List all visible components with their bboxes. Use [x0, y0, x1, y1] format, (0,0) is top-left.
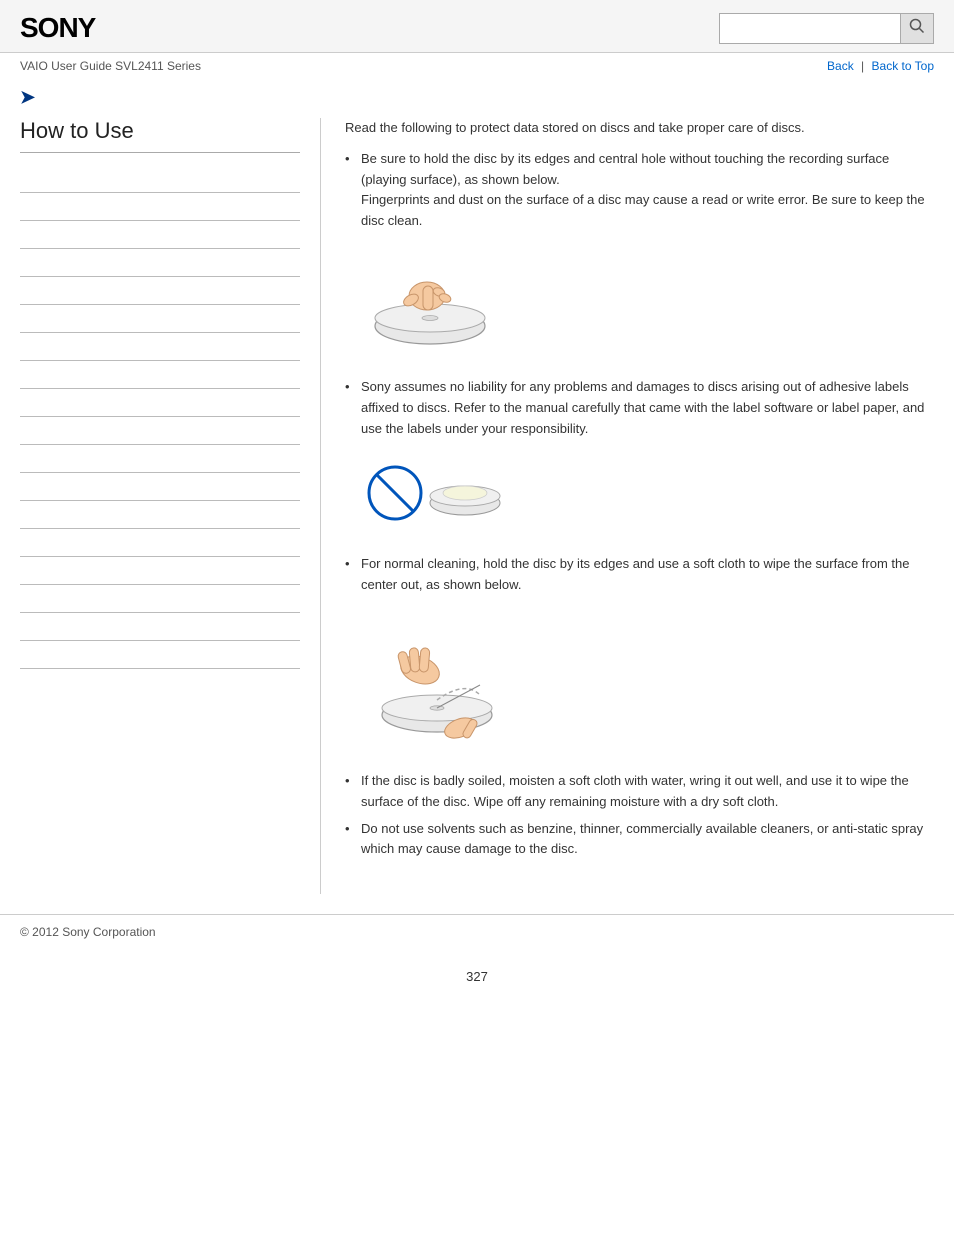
tip-1-main: Be sure to hold the disc by its edges an… [361, 151, 889, 187]
list-item[interactable] [20, 277, 300, 305]
list-item[interactable] [20, 585, 300, 613]
list-item[interactable] [20, 193, 300, 221]
nav-separator: | [861, 59, 864, 73]
sidebar-nav-list [20, 165, 300, 669]
disc-tips-list-4: If the disc is badly soiled, moisten a s… [345, 771, 930, 860]
header: SONY [0, 0, 954, 53]
expand-chevron-icon[interactable]: ➤ [20, 87, 35, 107]
list-item[interactable] [20, 557, 300, 585]
copyright-text: © 2012 Sony Corporation [20, 925, 156, 939]
list-item[interactable] [20, 165, 300, 193]
sidebar: How to Use [0, 118, 320, 894]
list-item[interactable] [20, 305, 300, 333]
search-icon [909, 18, 925, 34]
search-input[interactable] [720, 17, 900, 40]
tip-item-3: For normal cleaning, hold the disc by it… [345, 554, 930, 596]
page-number: 327 [0, 969, 954, 984]
disc-hold-illustration [365, 246, 930, 359]
disc-tips-list-2: Sony assumes no liability for any proble… [345, 377, 930, 439]
guide-title: VAIO User Guide SVL2411 Series [20, 59, 201, 73]
tip-item-4: If the disc is badly soiled, moisten a s… [345, 771, 930, 813]
sidebar-title: How to Use [20, 118, 300, 153]
expand-arrow-area: ➤ [0, 79, 954, 108]
list-item[interactable] [20, 389, 300, 417]
intro-text: Read the following to protect data store… [345, 118, 930, 139]
list-item[interactable] [20, 613, 300, 641]
list-item[interactable] [20, 501, 300, 529]
no-label-illustration [365, 453, 930, 536]
list-item[interactable] [20, 221, 300, 249]
back-link[interactable]: Back [827, 59, 854, 73]
cleaning-illustration [365, 610, 930, 753]
list-item[interactable] [20, 333, 300, 361]
list-item[interactable] [20, 641, 300, 669]
sony-logo: SONY [20, 12, 95, 44]
tip-item-1: Be sure to hold the disc by its edges an… [345, 149, 930, 232]
list-item[interactable] [20, 417, 300, 445]
content-area: Read the following to protect data store… [320, 118, 954, 894]
disc-tips-list: Be sure to hold the disc by its edges an… [345, 149, 930, 232]
nav-bar: VAIO User Guide SVL2411 Series Back | Ba… [0, 53, 954, 79]
list-item[interactable] [20, 445, 300, 473]
list-item[interactable] [20, 361, 300, 389]
nav-links: Back | Back to Top [827, 59, 934, 73]
tip-item-5: Do not use solvents such as benzine, thi… [345, 819, 930, 861]
back-to-top-link[interactable]: Back to Top [872, 59, 934, 73]
list-item[interactable] [20, 249, 300, 277]
tip-1-sub: Fingerprints and dust on the surface of … [361, 192, 925, 228]
main-content: How to Use Read the following to protect… [0, 108, 954, 894]
list-item[interactable] [20, 529, 300, 557]
disc-tips-list-3: For normal cleaning, hold the disc by it… [345, 554, 930, 596]
tip-item-2: Sony assumes no liability for any proble… [345, 377, 930, 439]
search-button[interactable] [900, 14, 933, 43]
list-item[interactable] [20, 473, 300, 501]
footer: © 2012 Sony Corporation [0, 914, 954, 949]
search-box [719, 13, 934, 44]
